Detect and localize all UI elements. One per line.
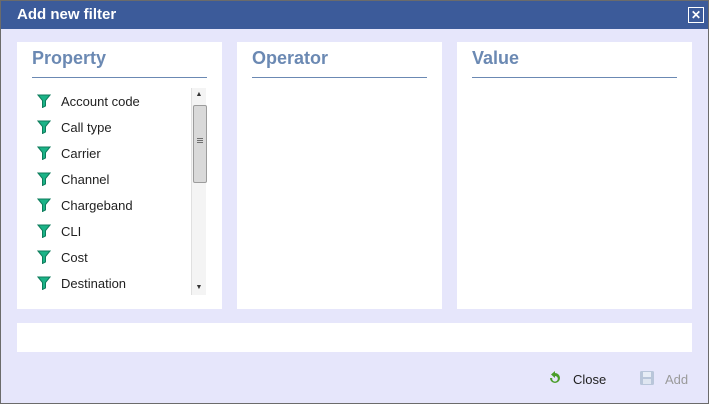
scroll-down-button[interactable]: ▼ <box>192 281 206 295</box>
filter-icon <box>36 94 52 109</box>
dialog-title: Add new filter <box>17 6 117 23</box>
operator-header: Operator <box>252 48 329 68</box>
undo-arrow-icon <box>547 370 563 389</box>
filter-icon <box>36 224 52 239</box>
property-item[interactable]: CLI <box>36 218 207 244</box>
scroll-up-button[interactable]: ▲ <box>192 88 206 102</box>
property-item-label: Carrier <box>61 145 101 161</box>
thumb-grip <box>197 138 203 139</box>
property-item-label: Channel <box>61 171 110 187</box>
close-button[interactable]: Close <box>547 370 606 389</box>
property-item[interactable]: Call type <box>36 114 207 140</box>
close-label: Close <box>573 372 607 387</box>
property-item-label: Account code <box>61 93 140 109</box>
filter-icon <box>36 198 52 213</box>
filter-icon <box>36 250 52 265</box>
property-list: Account code Call type Carrier Channel Charg… <box>36 88 207 296</box>
property-item[interactable]: Destination <box>36 270 207 296</box>
filter-summary-bar <box>17 323 692 352</box>
property-panel: Property Account code Call type Carrier Cha… <box>17 42 222 309</box>
property-divider <box>32 77 207 78</box>
add-filter-dialog: Add new filter ✕ Property Account code Ca… <box>0 0 709 404</box>
property-item-label: Call type <box>61 119 112 135</box>
value-divider <box>472 77 677 78</box>
value-header: Value <box>472 48 520 68</box>
property-item-label: Destination <box>61 275 127 291</box>
scroll-thumb[interactable] <box>193 105 207 183</box>
property-item[interactable]: Account code <box>36 88 207 114</box>
operator-panel: Operator <box>237 42 442 309</box>
property-item[interactable]: Chargeband <box>36 192 207 218</box>
property-item-label: Chargeband <box>61 197 133 213</box>
filter-icon <box>36 120 52 135</box>
operator-divider <box>252 77 427 78</box>
property-item-label: Cost <box>61 249 88 265</box>
property-scrollbar[interactable]: ▲ ▼ <box>191 88 207 295</box>
filter-icon <box>36 276 52 291</box>
property-item[interactable]: Channel <box>36 166 207 192</box>
property-item[interactable]: Cost <box>36 244 207 270</box>
property-header: Property <box>32 48 107 68</box>
add-button[interactable]: Add <box>639 370 688 389</box>
titlebar: Add new filter ✕ <box>1 1 708 29</box>
close-dialog-button[interactable]: ✕ <box>688 7 704 23</box>
property-item[interactable]: Carrier <box>36 140 207 166</box>
filter-icon <box>36 146 52 161</box>
filter-icon <box>36 172 52 187</box>
add-label: Add <box>665 372 689 387</box>
property-item-label: CLI <box>61 223 82 239</box>
value-panel: Value <box>457 42 692 309</box>
save-disk-icon <box>639 370 655 389</box>
